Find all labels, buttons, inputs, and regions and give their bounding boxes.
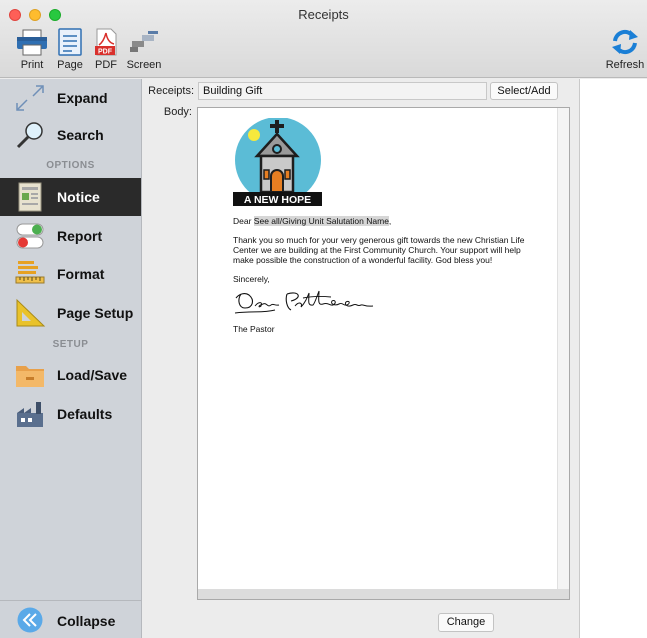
closing-text: Sincerely, bbox=[233, 274, 270, 284]
sidebar-item-page-setup[interactable]: Page Setup bbox=[0, 294, 141, 332]
sidebar-item-label: Expand bbox=[57, 90, 108, 106]
sidebar: Expand Search OPTIONS Notice Report Form… bbox=[0, 79, 142, 638]
screen-icon bbox=[130, 31, 158, 52]
sidebar-item-label: Load/Save bbox=[57, 367, 128, 383]
sidebar-item-defaults[interactable]: Defaults bbox=[0, 395, 141, 433]
print-label: Print bbox=[20, 59, 44, 71]
change-button[interactable]: Change bbox=[438, 613, 494, 632]
expand-icon bbox=[16, 85, 44, 111]
factory-icon bbox=[17, 402, 43, 427]
search-icon bbox=[16, 122, 43, 149]
salutation-line: Dear See all/Giving Unit Salutation Name… bbox=[233, 216, 533, 226]
body-editor[interactable]: A NEW HOPE Dear See all/Giving Unit Salu… bbox=[197, 107, 570, 600]
pdf-icon: PDF bbox=[95, 28, 117, 56]
horizontal-scrollbar[interactable] bbox=[198, 589, 569, 599]
format-icon bbox=[15, 261, 45, 284]
refresh-label: Refresh bbox=[605, 59, 645, 71]
sidebar-item-notice[interactable]: Notice bbox=[0, 178, 141, 216]
screen-button[interactable]: Screen bbox=[124, 28, 164, 71]
sidebar-item-search[interactable]: Search bbox=[0, 116, 141, 154]
church-logo: A NEW HOPE bbox=[233, 117, 325, 206]
salutation-merge-field[interactable]: See all/Giving Unit Salutation Name bbox=[253, 216, 389, 226]
options-heading: OPTIONS bbox=[46, 160, 95, 171]
toggles-icon bbox=[16, 223, 44, 249]
pdf-badge-text: PDF bbox=[98, 49, 113, 56]
letter-content: A NEW HOPE Dear See all/Giving Unit Salu… bbox=[233, 117, 533, 334]
sidebar-item-load-save[interactable]: Load/Save bbox=[0, 356, 141, 394]
folder-icon bbox=[16, 366, 44, 387]
pdf-label: PDF bbox=[95, 59, 117, 71]
main-panel: Receipts: Select/Add Body: A NEW HOP bbox=[142, 79, 579, 638]
page-label: Page bbox=[57, 59, 83, 71]
sidebar-item-label: Defaults bbox=[57, 406, 113, 422]
notice-icon bbox=[18, 182, 42, 212]
logo-text: A NEW HOPE bbox=[244, 194, 311, 206]
sidebar-item-expand[interactable]: Expand bbox=[0, 79, 141, 117]
sidebar-item-label: Report bbox=[57, 228, 103, 244]
preview-pane bbox=[579, 79, 647, 638]
page-button[interactable]: Page bbox=[54, 28, 86, 71]
sidebar-item-label: Page Setup bbox=[57, 305, 134, 321]
setup-heading: SETUP bbox=[52, 339, 89, 350]
screen-label: Screen bbox=[126, 59, 162, 71]
sidebar-item-label: Format bbox=[57, 266, 105, 282]
receipts-label: Receipts: bbox=[148, 85, 194, 97]
sidebar-item-collapse[interactable]: Collapse bbox=[0, 600, 141, 638]
signature-image bbox=[234, 290, 374, 314]
sidebar-item-label: Search bbox=[57, 127, 104, 143]
select-add-button[interactable]: Select/Add bbox=[490, 82, 558, 100]
print-button[interactable]: Print bbox=[14, 28, 50, 71]
letter-body: Thank you so much for your very generous… bbox=[233, 235, 525, 265]
pdf-button[interactable]: PDF PDF bbox=[92, 28, 120, 71]
printer-icon bbox=[17, 29, 47, 56]
page-icon bbox=[58, 28, 82, 56]
collapse-label: Collapse bbox=[57, 613, 116, 629]
sidebar-item-label: Notice bbox=[57, 189, 100, 205]
title-toolbar: Receipts Print Page PDF PDF Screen Refre… bbox=[0, 0, 647, 78]
receipts-input[interactable] bbox=[198, 82, 487, 100]
collapse-icon bbox=[17, 607, 43, 633]
body-label: Body: bbox=[163, 106, 192, 118]
salutation-end: , bbox=[388, 216, 392, 226]
dear-text: Dear bbox=[233, 216, 254, 226]
set-square-icon bbox=[16, 298, 46, 327]
window-title: Receipts bbox=[298, 7, 349, 22]
sidebar-item-report[interactable]: Report bbox=[0, 217, 141, 255]
sidebar-item-format[interactable]: Format bbox=[0, 255, 141, 293]
refresh-icon bbox=[612, 29, 638, 55]
refresh-button[interactable]: Refresh bbox=[604, 28, 646, 71]
vertical-scrollbar[interactable] bbox=[557, 108, 569, 591]
church-logo-icon: A NEW HOPE bbox=[233, 117, 322, 206]
signer-text: The Pastor bbox=[233, 324, 275, 334]
